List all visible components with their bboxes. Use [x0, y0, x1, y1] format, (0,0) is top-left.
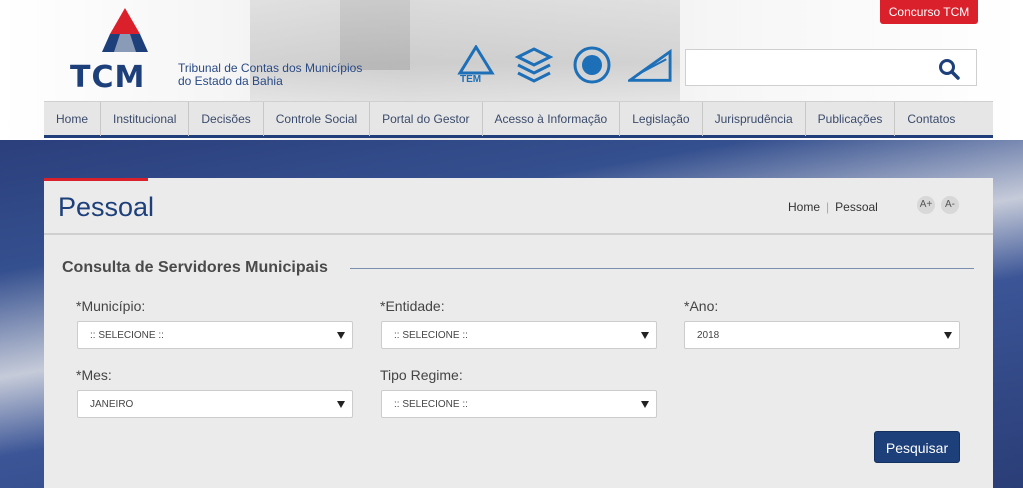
logo-mark-icon [102, 8, 148, 52]
svg-text:TEM: TEM [460, 74, 481, 85]
breadcrumb-current: Pessoal [835, 200, 878, 214]
mes-value: JANEIRO [90, 399, 134, 410]
tipo-regime-label: Tipo Regime: [380, 367, 463, 383]
mes-label: *Mes: [76, 367, 112, 383]
pesquisar-button[interactable]: Pesquisar [874, 431, 960, 463]
tipo-regime-value: :: SELECIONE :: [394, 399, 468, 410]
tcm-logo[interactable]: TCM Tribunal de Contas dos Municípios do… [70, 8, 380, 95]
entidade-value: :: SELECIONE :: [394, 330, 468, 341]
entidade-select[interactable]: :: SELECIONE :: [381, 321, 657, 349]
mes-select[interactable]: JANEIRO [77, 390, 353, 418]
nav-item-decisoes[interactable]: Decisões [189, 102, 264, 136]
tipo-regime-select[interactable]: :: SELECIONE :: [381, 390, 657, 418]
nav-item-legislacao[interactable]: Legislação [620, 102, 703, 136]
section-divider [350, 268, 974, 269]
search-box [685, 49, 977, 86]
ano-select[interactable]: 2018 [684, 321, 960, 349]
nav-item-jurisprudencia[interactable]: Jurisprudência [703, 102, 806, 136]
font-decrease-button[interactable]: A- [941, 196, 959, 214]
nav-item-institucional[interactable]: Institucional [101, 102, 190, 136]
breadcrumb-home-link[interactable]: Home [788, 200, 820, 214]
chevron-down-icon [944, 332, 952, 339]
chevron-down-icon [337, 401, 345, 408]
logo-text: TCM [70, 60, 146, 95]
ministerio-logo-icon[interactable] [628, 44, 672, 86]
ano-value: 2018 [697, 330, 720, 341]
municipio-value: :: SELECIONE :: [90, 330, 164, 341]
municipio-select[interactable]: :: SELECIONE :: [77, 321, 353, 349]
title-accent-bar [44, 178, 148, 181]
chevron-down-icon [337, 332, 345, 339]
partner-logos: TEM [454, 44, 672, 86]
nav-item-controle-social[interactable]: Controle Social [264, 102, 371, 136]
logo-subtitle: Tribunal de Contas dos Municípios do Est… [178, 62, 362, 88]
section-title: Consulta de Servidores Municipais [62, 259, 328, 276]
content-panel: Pessoal Home | Pessoal A+ A- Consulta de… [44, 178, 993, 488]
atem-logo-icon[interactable]: TEM [454, 44, 498, 86]
search-icon[interactable] [938, 58, 960, 80]
nav-item-home[interactable]: Home [44, 102, 102, 136]
escola-logo-icon[interactable] [512, 44, 556, 86]
nav-item-publicacoes[interactable]: Publicações [806, 102, 896, 136]
chevron-down-icon [641, 332, 649, 339]
chevron-down-icon [641, 401, 649, 408]
site-header: TCM Tribunal de Contas dos Municípios do… [0, 0, 1023, 140]
page-title: Pessoal [58, 192, 155, 222]
title-divider [44, 233, 993, 235]
nav-item-acesso-informacao[interactable]: Acesso à Informação [483, 102, 621, 136]
nav-item-contatos[interactable]: Contatos [895, 102, 967, 136]
logo-subtitle-line2: do Estado da Bahia [178, 74, 283, 88]
nav-item-portal-gestor[interactable]: Portal do Gestor [370, 102, 483, 136]
municipio-label: *Município: [76, 298, 146, 314]
breadcrumb-separator: | [826, 200, 830, 214]
ano-label: *Ano: [684, 298, 719, 314]
breadcrumb: Home | Pessoal [788, 200, 878, 214]
search-input[interactable] [692, 56, 932, 80]
font-increase-button[interactable]: A+ [917, 196, 935, 214]
entidade-label: *Entidade: [380, 298, 445, 314]
main-nav: Home Institucional Decisões Controle Soc… [44, 101, 993, 138]
selo-logo-icon[interactable] [570, 44, 614, 86]
concurso-button[interactable]: Concurso TCM [880, 0, 978, 24]
